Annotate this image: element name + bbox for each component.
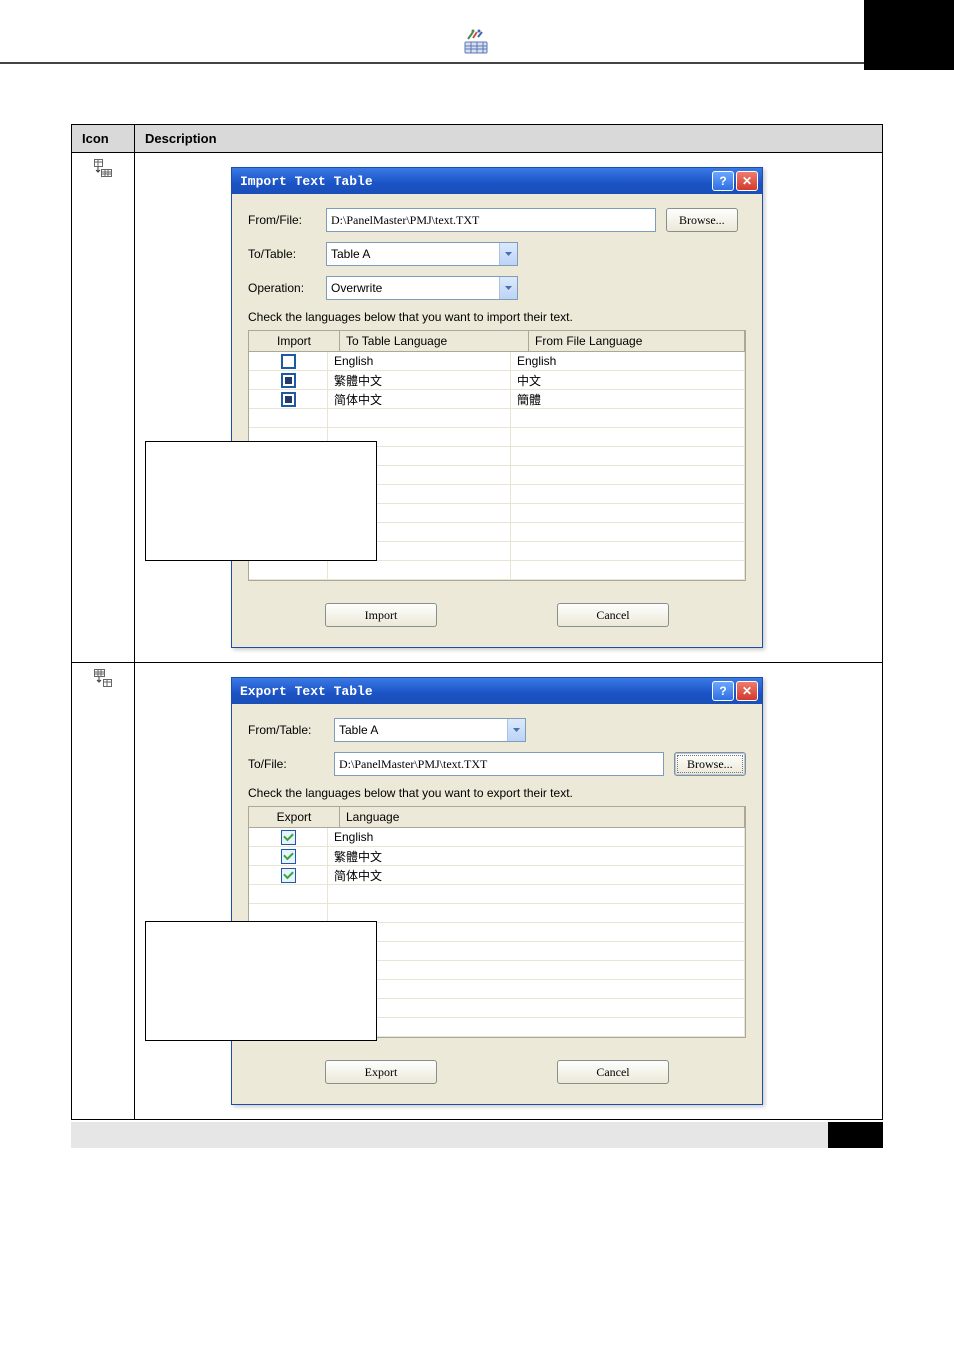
to-lang-2: 简体中文 xyxy=(334,391,382,408)
export-row: 繁體中文 xyxy=(249,847,745,866)
from-table-label: From/Table: xyxy=(248,723,334,737)
import-check-0[interactable] xyxy=(281,354,296,369)
import-icon-cell xyxy=(72,153,135,663)
help-button[interactable]: ? xyxy=(712,171,734,191)
page: { "table": { "header_icon": "Icon", "hea… xyxy=(0,0,954,1182)
to-file-label: To/File: xyxy=(248,757,334,771)
export-text-table-icon xyxy=(94,669,112,687)
close-button[interactable]: ✕ xyxy=(736,681,758,701)
lang-0: English xyxy=(334,830,373,844)
export-icon-cell xyxy=(72,663,135,1120)
operation-value: Overwrite xyxy=(327,281,499,295)
header-icon: Icon xyxy=(72,125,135,153)
from-lang-2: 簡體 xyxy=(517,391,541,408)
blank-callout xyxy=(145,921,377,1041)
import-dialog-title: Import Text Table xyxy=(240,174,373,189)
export-dialog-body: From/Table: Table A To/File: Browse... xyxy=(232,704,762,1104)
import-dialog-body: From/File: Browse... To/Table: Table A xyxy=(232,194,762,647)
chevron-down-icon xyxy=(507,719,525,741)
to-table-label: To/Table: xyxy=(248,247,326,261)
col-export: Export xyxy=(249,807,340,828)
help-button[interactable]: ? xyxy=(712,681,734,701)
icon-description-table: Icon Description Import Text Tab xyxy=(71,124,883,1120)
col-from-lang: From File Language xyxy=(529,331,745,352)
import-row: English English xyxy=(249,352,745,371)
to-lang-0: English xyxy=(334,354,373,368)
export-description-cell: Export Text Table ? ✕ From/Table: Table … xyxy=(135,663,883,1120)
to-file-input[interactable] xyxy=(334,752,664,776)
export-button[interactable]: Export xyxy=(325,1060,437,1084)
cancel-button[interactable]: Cancel xyxy=(557,1060,669,1084)
chevron-down-icon xyxy=(499,243,517,265)
from-table-select[interactable]: Table A xyxy=(334,718,526,742)
browse-button[interactable]: Browse... xyxy=(666,208,738,232)
import-button[interactable]: Import xyxy=(325,603,437,627)
lang-2: 简体中文 xyxy=(334,867,382,884)
export-check-1[interactable] xyxy=(281,849,296,864)
close-button[interactable]: ✕ xyxy=(736,171,758,191)
corner-block xyxy=(864,0,954,70)
export-check-0[interactable] xyxy=(281,830,296,845)
to-lang-1: 繁體中文 xyxy=(334,372,382,389)
import-text-table-icon xyxy=(94,159,112,177)
to-table-select[interactable]: Table A xyxy=(326,242,518,266)
from-file-label: From/File: xyxy=(248,213,326,227)
app-icon xyxy=(463,28,491,56)
page-header xyxy=(0,0,954,64)
from-lang-0: English xyxy=(517,354,556,368)
import-check-2[interactable] xyxy=(281,392,296,407)
to-table-value: Table A xyxy=(327,247,499,261)
import-check-1[interactable] xyxy=(281,373,296,388)
from-lang-1: 中文 xyxy=(517,372,541,389)
browse-button[interactable]: Browse... xyxy=(674,752,746,776)
export-row: 简体中文 xyxy=(249,866,745,885)
operation-select[interactable]: Overwrite xyxy=(326,276,518,300)
from-table-value: Table A xyxy=(335,723,507,737)
import-instruction: Check the languages below that you want … xyxy=(248,310,746,324)
import-dialog-titlebar[interactable]: Import Text Table ? ✕ xyxy=(232,168,762,194)
export-dialog-titlebar[interactable]: Export Text Table ? ✕ xyxy=(232,678,762,704)
export-dialog-title: Export Text Table xyxy=(240,684,373,699)
blank-callout xyxy=(145,441,377,561)
import-row: 繁體中文 中文 xyxy=(249,371,745,390)
chevron-down-icon xyxy=(499,277,517,299)
import-description-cell: Import Text Table ? ✕ From/File: Browse.… xyxy=(135,153,883,663)
export-instruction: Check the languages below that you want … xyxy=(248,786,746,800)
col-language: Language xyxy=(340,807,745,828)
footer-block xyxy=(828,1122,883,1148)
page-footer xyxy=(71,1122,883,1182)
import-text-table-dialog: Import Text Table ? ✕ From/File: Browse.… xyxy=(231,167,763,648)
import-row: 简体中文 簡體 xyxy=(249,390,745,409)
operation-label: Operation: xyxy=(248,281,326,295)
cancel-button[interactable]: Cancel xyxy=(557,603,669,627)
header-description: Description xyxy=(135,125,883,153)
col-import: Import xyxy=(249,331,340,352)
lang-1: 繁體中文 xyxy=(334,848,382,865)
from-file-input[interactable] xyxy=(326,208,656,232)
export-check-2[interactable] xyxy=(281,868,296,883)
col-to-lang: To Table Language xyxy=(340,331,529,352)
export-row: English xyxy=(249,828,745,847)
